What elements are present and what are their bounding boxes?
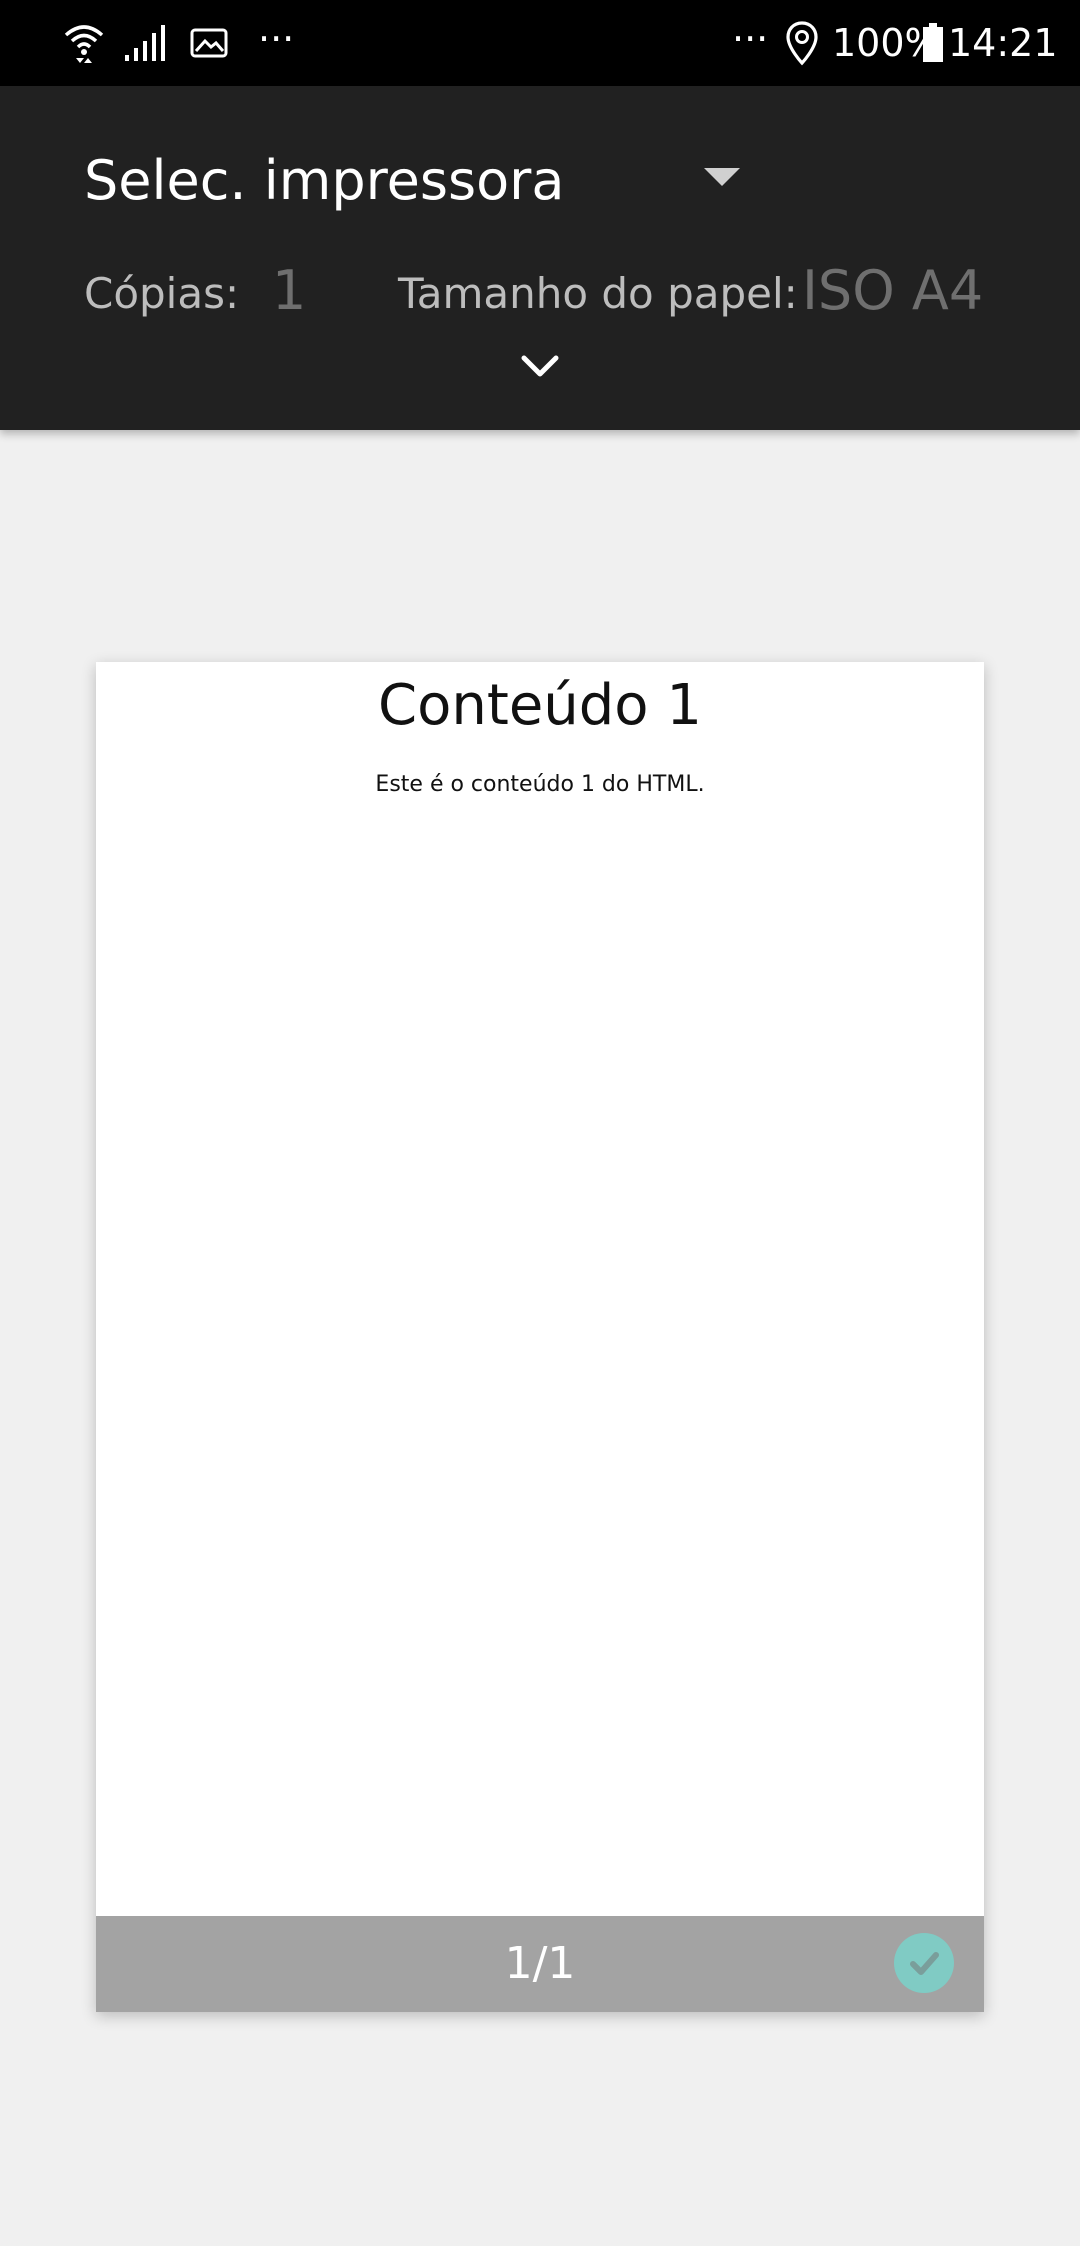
signal-icon: [122, 18, 168, 68]
printer-select-dropdown[interactable]: Selec. impressora: [84, 138, 744, 224]
preview-body-text: Este é o conteúdo 1 do HTML.: [375, 772, 705, 797]
copies-input[interactable]: 1: [272, 258, 306, 324]
status-bar: ··· ··· 100% 14:21: [0, 0, 1080, 86]
image-icon: [188, 18, 230, 68]
page-selected-check-icon[interactable]: [894, 1933, 954, 1993]
page-counter: 1/1: [504, 1938, 576, 1989]
paper-size-label: Tamanho do papel:: [398, 269, 798, 318]
wifi-icon: [60, 18, 108, 68]
battery-icon: [920, 18, 946, 68]
location-pin-icon: [782, 18, 822, 68]
clock: 14:21: [948, 21, 1058, 65]
paper-size-select[interactable]: ISO A4: [802, 258, 983, 324]
expand-options-chevron-icon[interactable]: [516, 348, 564, 388]
print-options-panel: Selec. impressora Cópias: 1 Tamanho do p…: [0, 86, 1080, 430]
copies-label: Cópias:: [84, 269, 240, 318]
printer-select-label: Selec. impressora: [84, 149, 565, 212]
print-preview-page[interactable]: Conteúdo 1 Este é o conteúdo 1 do HTML. …: [96, 662, 984, 2012]
preview-heading: Conteúdo 1: [378, 673, 702, 738]
status-overflow-right: ···: [732, 17, 769, 61]
status-overflow-left: ···: [258, 17, 295, 61]
dropdown-arrow-icon: [704, 168, 740, 186]
page-footer: 1/1: [96, 1916, 984, 2012]
